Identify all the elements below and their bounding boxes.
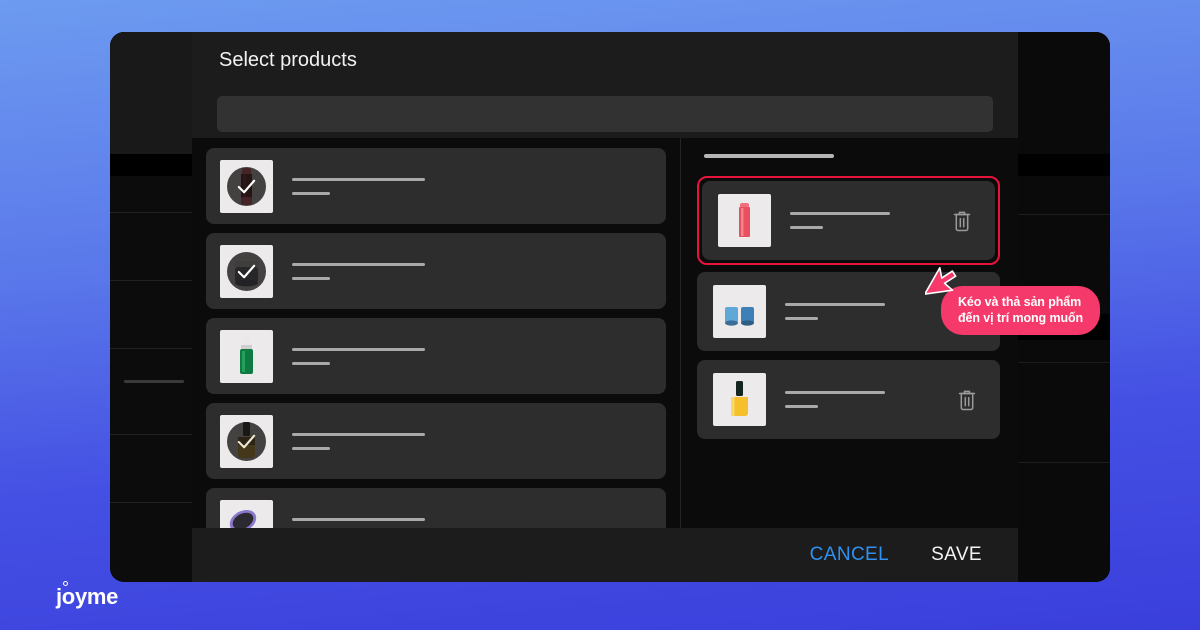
- background-rail-header: [110, 32, 195, 154]
- trash-icon: [953, 211, 971, 231]
- list-item-text: [785, 303, 954, 320]
- screenshot-stage: Select products CANCEL SAVE Kéo và thả s…: [0, 0, 1200, 630]
- cancel-button[interactable]: CANCEL: [808, 540, 891, 570]
- selected-check-badge: [227, 251, 266, 291]
- logo-dot-icon: [63, 581, 68, 586]
- background-divider: [1017, 462, 1110, 463]
- list-item-text: [785, 391, 954, 408]
- background-divider: [110, 348, 195, 349]
- selected-check-badge: [227, 166, 266, 206]
- logo-text: joyme: [56, 584, 119, 609]
- product-thumbnail: [220, 414, 273, 468]
- title-skeleton: [785, 391, 885, 394]
- product-thumbnail: [220, 159, 273, 213]
- modal-body: [192, 138, 1018, 528]
- title-skeleton: [292, 432, 425, 436]
- trash-icon: [958, 390, 976, 410]
- drag-hint-tooltip: Kéo và thả sản phẩm đến vị trí mong muốn: [941, 286, 1101, 335]
- background-band: [1017, 154, 1110, 176]
- title-skeleton: [790, 212, 890, 215]
- product-thumbnail: [220, 244, 273, 298]
- tooltip-line-1: Kéo và thả sản phẩm: [958, 295, 1082, 309]
- subtitle-skeleton: [785, 405, 818, 408]
- delete-button[interactable]: [954, 386, 980, 414]
- list-item-text: [790, 212, 949, 229]
- list-item-text: [292, 347, 652, 365]
- title-skeleton: [292, 262, 425, 266]
- background-left-rail: [110, 32, 195, 582]
- joyme-logo: joyme: [56, 581, 119, 609]
- list-item[interactable]: [206, 403, 666, 479]
- subtitle-skeleton: [292, 446, 330, 450]
- title-skeleton: [292, 517, 425, 521]
- list-item[interactable]: [206, 488, 666, 528]
- lipstick-red-icon: [739, 203, 750, 237]
- selected-check-badge: [227, 421, 266, 461]
- background-skeleton-line: [124, 380, 184, 383]
- background-divider: [1017, 362, 1110, 363]
- subtitle-skeleton: [292, 191, 330, 195]
- subtitle-skeleton: [785, 317, 818, 320]
- product-thumbnail: [220, 499, 273, 528]
- subtitle-skeleton: [790, 226, 823, 229]
- product-thumbnail: [220, 329, 273, 383]
- check-icon: [237, 179, 256, 193]
- product-thumbnail: [713, 373, 766, 426]
- search-bar: [192, 89, 1018, 138]
- product-thumbnail: [718, 194, 771, 247]
- title-skeleton: [292, 347, 425, 351]
- select-products-modal: Select products CANCEL SAVE: [192, 32, 1018, 582]
- selected-list-heading-skeleton: [704, 154, 834, 158]
- drag-highlight-ring[interactable]: [697, 176, 1000, 265]
- product-thumbnail: [713, 285, 766, 338]
- search-input[interactable]: [217, 95, 993, 132]
- list-item-text: [292, 262, 652, 280]
- nail-polish-yellow-icon: [731, 381, 748, 416]
- background-divider: [110, 280, 195, 281]
- list-item-text: [292, 177, 652, 195]
- list-item[interactable]: [697, 360, 1000, 439]
- hairbrush-icon: [229, 509, 257, 528]
- title-skeleton: [292, 177, 425, 181]
- list-item[interactable]: [702, 181, 995, 260]
- list-item[interactable]: [206, 233, 666, 309]
- background-divider: [1017, 214, 1110, 215]
- modal-footer: CANCEL SAVE: [192, 528, 1018, 582]
- background-divider: [110, 502, 195, 503]
- list-item-text: [292, 517, 652, 529]
- modal-title: Select products: [192, 32, 1018, 89]
- delete-button[interactable]: [949, 207, 975, 235]
- list-item-text: [292, 432, 652, 450]
- save-button[interactable]: SAVE: [929, 540, 984, 570]
- list-item[interactable]: [206, 318, 666, 394]
- subtitle-skeleton: [292, 276, 330, 280]
- check-icon: [237, 264, 256, 278]
- serum-dropper-icon: [240, 336, 253, 374]
- available-products-list[interactable]: [192, 138, 680, 528]
- check-icon: [237, 434, 256, 448]
- list-item[interactable]: [206, 148, 666, 224]
- title-skeleton: [785, 303, 885, 306]
- background-divider: [110, 434, 195, 435]
- tooltip-line-2: đến vị trí mong muốn: [958, 311, 1084, 325]
- background-divider: [110, 212, 195, 213]
- background-band: [110, 154, 195, 176]
- cream-jar-blue-icon: [725, 302, 754, 326]
- subtitle-skeleton: [292, 361, 330, 365]
